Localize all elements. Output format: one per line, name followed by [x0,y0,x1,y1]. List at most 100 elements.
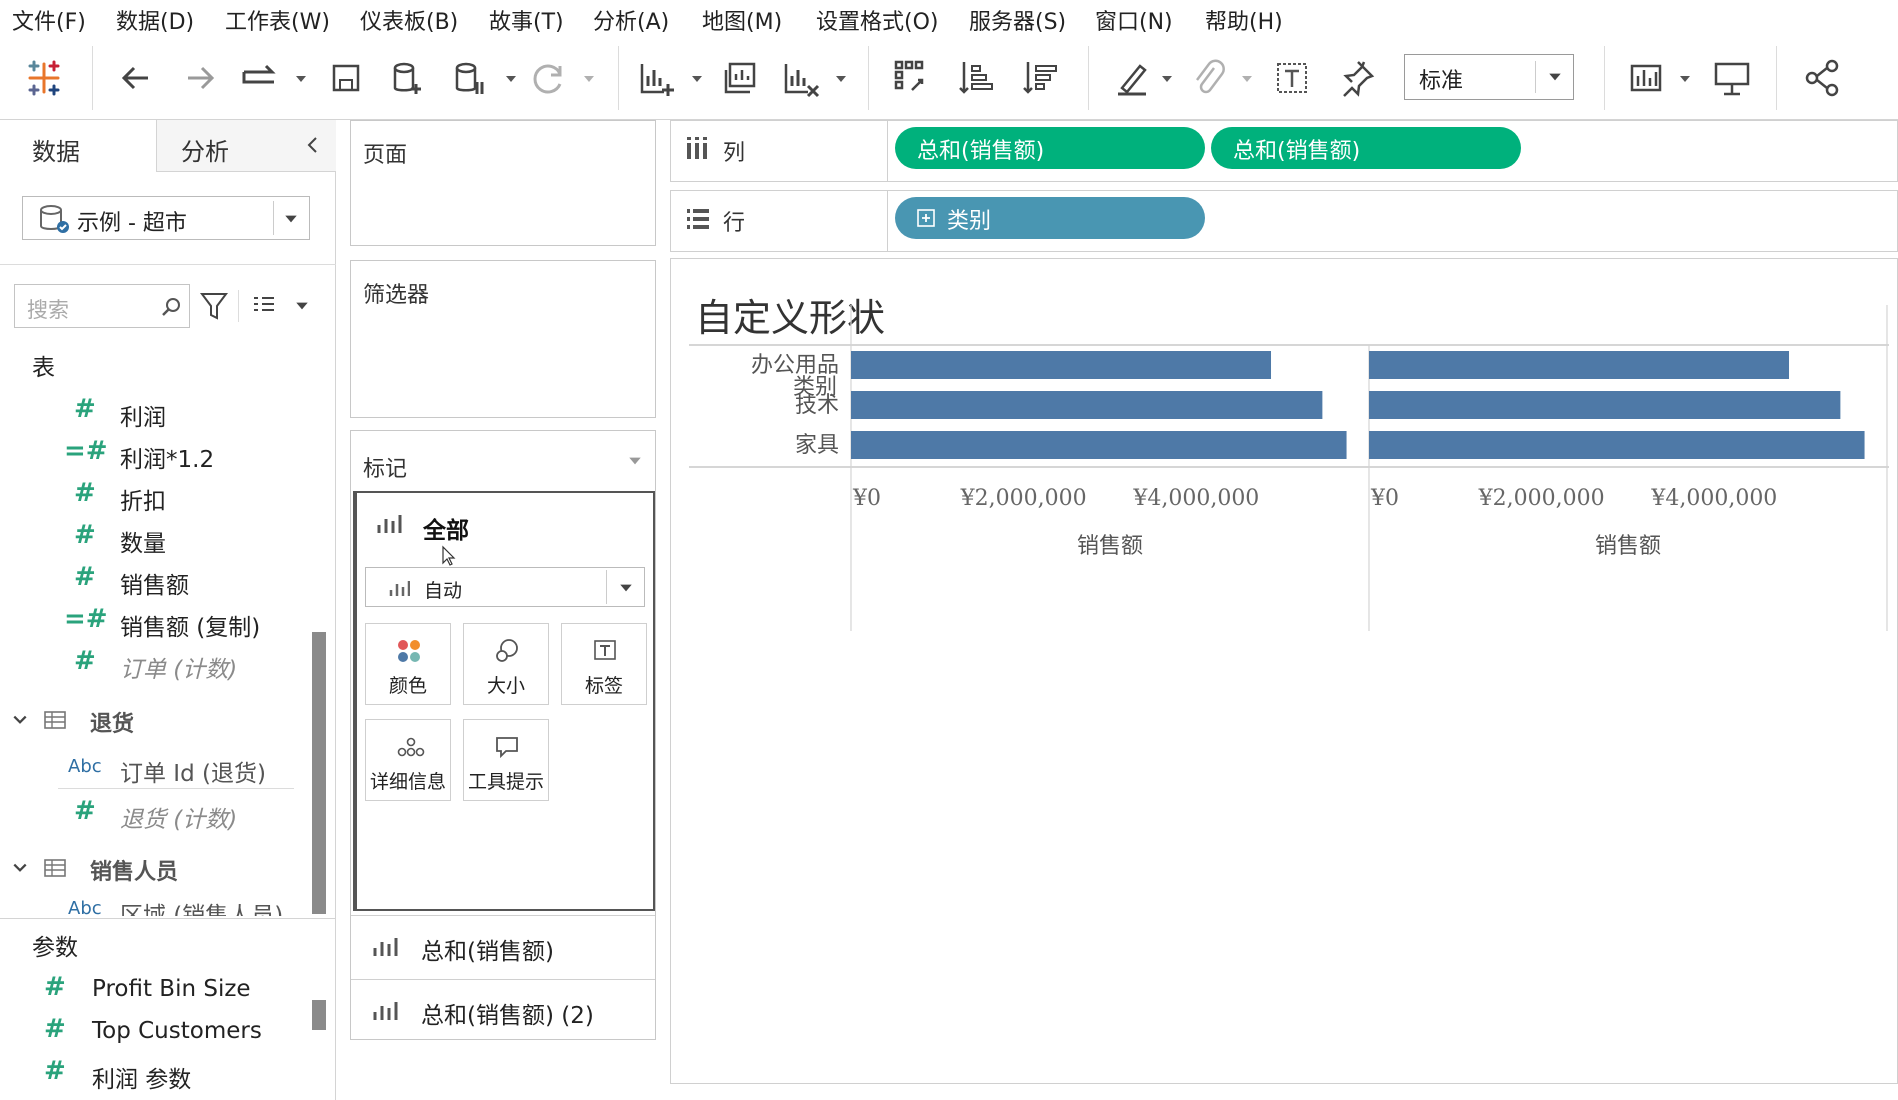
sort-descending-icon[interactable] [1016,54,1064,102]
pause-datasource-icon[interactable] [446,54,494,102]
field-profit-calc[interactable]: =# 利润*1.2 [0,434,320,474]
forward-arrow-icon[interactable] [176,54,224,102]
column-pill-sum-sales-2[interactable]: 总和(销售额) [1211,127,1521,169]
new-datasource-icon[interactable] [384,54,432,102]
table-returns-title[interactable]: 退货 [90,706,134,738]
save-icon[interactable] [322,54,370,102]
mark-type-select[interactable]: 自动 [365,567,645,607]
chevron-down-icon[interactable] [12,860,28,876]
columns-shelf: 列 总和(销售额) 总和(销售额) [670,120,1898,182]
menu-dashboard[interactable]: 仪表板(B) [360,4,458,36]
fields-scrollbar-thumb[interactable] [312,632,326,914]
axis-tick-label: ¥2,000,000 [1478,486,1605,511]
marks-label-button[interactable]: 标签 [561,623,647,705]
field-sales-copy[interactable]: =# 销售额 (复制) [0,602,320,642]
menu-file[interactable]: 文件(F) [12,4,86,36]
chevron-down-icon[interactable] [1678,72,1692,86]
filter-icon[interactable] [198,288,230,324]
redirect-icon[interactable] [236,54,284,102]
share-icon[interactable] [1798,54,1846,102]
datasource-select[interactable]: 示例 - 超市 [22,196,310,240]
column-pill-sum-sales-1[interactable]: 总和(销售额) [895,127,1205,169]
marks-measure-1-label: 总和(销售额) [421,939,554,965]
chevron-down-icon[interactable] [1160,72,1174,86]
expand-plus-icon[interactable] [917,209,935,227]
field-order-id-returns[interactable]: Abc 订单 Id (退货) [0,748,320,788]
table-sales-people-title[interactable]: 销售人员 [90,854,178,886]
field-orders-count[interactable]: # 订单 (计数) [0,644,320,684]
columns-shelf-icon [687,137,707,159]
clear-sheet-icon[interactable] [776,54,824,102]
marks-color-button[interactable]: 颜色 [365,623,451,705]
rows-shelf: 行 类别 [670,190,1898,252]
filters-card[interactable]: 筛选器 [350,260,656,418]
menu-server[interactable]: 服务器(S) [969,4,1066,36]
row-pill-category[interactable]: 类别 [895,197,1205,239]
field-discount[interactable]: # 折扣 [0,476,320,516]
menu-map[interactable]: 地图(M) [702,4,782,36]
presentation-mode-icon[interactable] [1708,54,1756,102]
menu-worksheet[interactable]: 工作表(W) [225,4,330,36]
menu-analysis[interactable]: 分析(A) [593,4,669,36]
chevron-down-icon[interactable] [12,712,28,728]
bar [1369,351,1790,379]
back-arrow-icon[interactable] [112,54,160,102]
show-labels-icon[interactable] [1268,54,1316,102]
axis-tick-label: ¥4,000,000 [1132,486,1259,511]
menu-story[interactable]: 故事(T) [489,4,564,36]
marks-measure-2[interactable]: 总和(销售额) (2) [351,979,655,1041]
marks-measure-1[interactable]: 总和(销售额) [351,915,655,977]
tables-header: 表 [32,355,55,381]
paperclip-icon[interactable] [1184,54,1232,102]
menu-format[interactable]: 设置格式(O) [816,4,938,36]
marks-detail-button[interactable]: 详细信息 [365,719,451,801]
menu-window[interactable]: 窗口(N) [1095,4,1173,36]
search-field[interactable]: 搜索 [14,284,190,328]
sort-ascending-icon[interactable] [952,54,1000,102]
chevron-down-icon[interactable] [1240,72,1254,86]
tab-data[interactable]: 数据 [0,120,156,172]
chevron-down-icon[interactable] [582,72,596,86]
new-worksheet-icon[interactable] [632,54,680,102]
dimension-abc-icon: Abc [68,756,102,777]
param-top-customers[interactable]: # Top Customers [0,1012,320,1052]
marks-all-label[interactable]: 全部 [423,511,469,545]
menu-data[interactable]: 数据(D) [116,4,194,36]
field-sales[interactable]: # 销售额 [0,560,320,600]
field-profit[interactable]: # 利润 [0,392,320,432]
chevron-down-icon[interactable] [504,72,518,86]
menu-help[interactable]: 帮助(H) [1205,4,1283,36]
marks-card: 标记 全部 自动 颜色 大小 标签 详细信息 工具提示 总和(销售额) 总和(销… [350,430,656,1040]
collapse-chevron-left-icon[interactable] [304,136,322,154]
fit-select[interactable]: 标准 [1404,54,1574,100]
chevron-down-icon[interactable] [627,453,643,469]
refresh-icon[interactable] [524,54,572,102]
param-profit-param[interactable]: # 利润 参数 [0,1054,320,1094]
marks-tooltip-button[interactable]: 工具提示 [463,719,549,801]
menu-bar: 文件(F) 数据(D) 工作表(W) 仪表板(B) 故事(T) 分析(A) 地图… [0,0,1898,36]
swap-rows-columns-icon[interactable] [888,54,936,102]
highlight-pen-icon[interactable] [1108,54,1156,102]
duplicate-sheet-icon[interactable] [716,54,764,102]
params-scrollbar-thumb[interactable] [312,1000,326,1030]
chevron-down-icon[interactable] [834,72,848,86]
axis-title: 销售额 [1077,534,1143,559]
chevron-down-icon [285,215,297,223]
table-icon [44,711,66,729]
param-name: 利润 参数 [92,1067,192,1093]
view-list-icon[interactable] [250,292,278,320]
chevron-down-icon[interactable] [294,298,310,314]
field-quantity[interactable]: # 数量 [0,518,320,558]
marks-size-button[interactable]: 大小 [463,623,549,705]
filters-card-title: 筛选器 [363,283,430,308]
field-region-clipped[interactable]: Abc 区域 (销售人员) [0,896,320,916]
param-profit-bin-size[interactable]: # Profit Bin Size [0,970,320,1010]
field-returns-count[interactable]: # 退货 (计数) [0,794,320,834]
pin-icon[interactable] [1332,54,1380,102]
show-me-icon[interactable] [1624,54,1672,102]
chevron-down-icon[interactable] [294,72,308,86]
color-dots-icon [398,640,420,662]
param-name: Profit Bin Size [92,976,251,1002]
pages-card[interactable]: 页面 [350,120,656,246]
chevron-down-icon[interactable] [690,72,704,86]
